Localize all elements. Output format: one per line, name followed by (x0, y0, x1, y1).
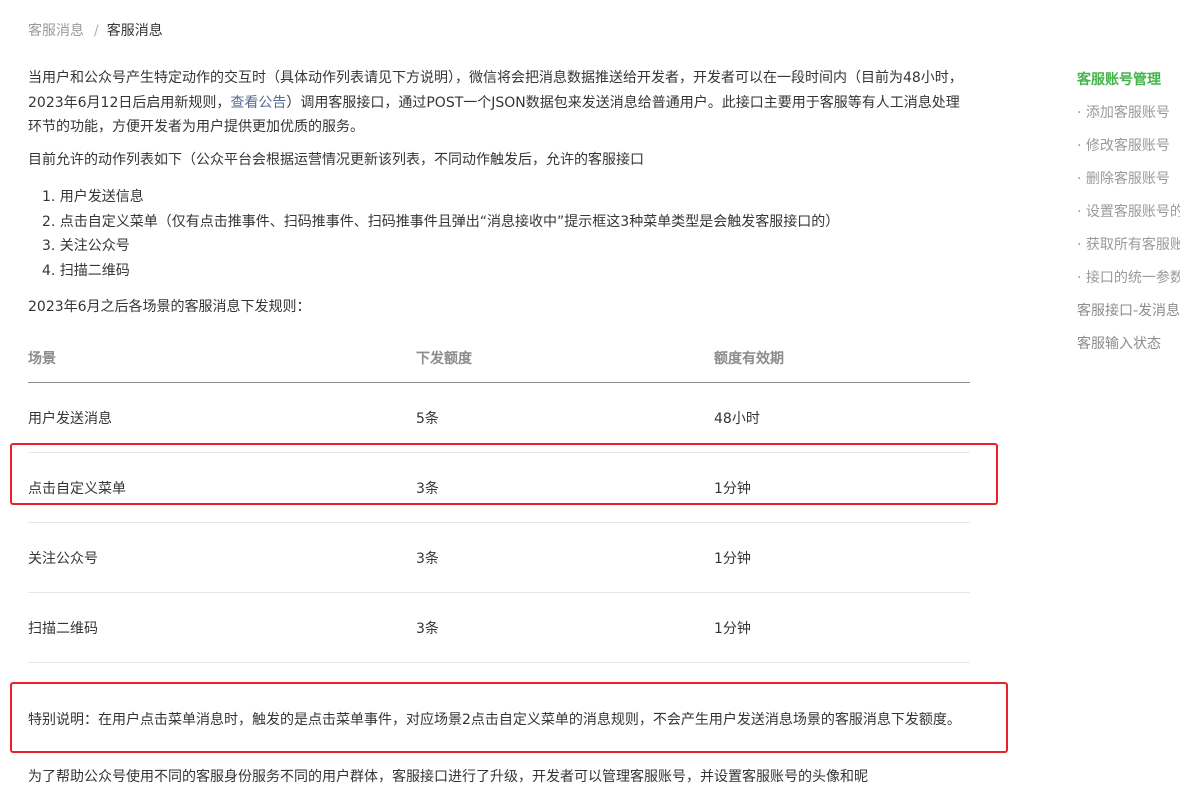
list-item: 3. 关注公众号 (42, 238, 130, 254)
breadcrumb-separator: / (94, 23, 99, 39)
toc-item-list-accounts[interactable]: · 获取所有客服账号 (1077, 233, 1180, 266)
header-scene: 场景 (28, 351, 56, 367)
cell-quota: 5条 (416, 410, 439, 427)
cell-scene: 关注公众号 (28, 550, 98, 567)
cell-validity: 1分钟 (714, 620, 751, 637)
toc-item-typing-status[interactable]: 客服输入状态 (1077, 332, 1180, 365)
header-quota: 下发额度 (416, 351, 472, 367)
toc-item-delete-account[interactable]: · 删除客服账号 (1077, 167, 1180, 200)
list-item: 1. 用户发送信息 (42, 189, 144, 205)
breadcrumb-current: 客服消息 (106, 23, 163, 39)
cell-scene: 扫描二维码 (28, 620, 98, 637)
header-validity: 额度有效期 (714, 351, 784, 367)
table-header: 场景 下发额度 额度有效期 (28, 334, 970, 383)
cutoff-paragraph: 为了帮助公众号使用不同的客服身份服务不同的用户群体，客服接口进行了升级，开发者可… (28, 769, 868, 785)
table-row: 关注公众号 3条 1分钟 (28, 523, 970, 593)
actions-list: 1. 用户发送信息 2. 点击自定义菜单（仅有点击推事件、扫码推事件、扫码推事件… (42, 185, 839, 283)
rules-intro: 2023年6月之后各场景的客服消息下发规则： (28, 299, 311, 315)
cell-validity: 48小时 (714, 410, 760, 427)
actions-intro: 目前允许的动作列表如下（公众平台会根据运营情况更新该列表，不同动作触发后，允许的… (28, 152, 644, 168)
toc-item-edit-account[interactable]: · 修改客服账号 (1077, 134, 1180, 167)
breadcrumb-parent-link[interactable]: 客服消息 (28, 23, 84, 39)
highlight-box-menu-row (10, 443, 998, 505)
toc-item-add-account[interactable]: · 添加客服账号 (1077, 101, 1180, 134)
table-row: 扫描二维码 3条 1分钟 (28, 593, 970, 663)
toc-item-send-message[interactable]: 客服接口-发消息 (1077, 299, 1180, 332)
list-item: 4. 扫描二维码 (42, 262, 130, 279)
toc-sidebar: 客服账号管理 · 添加客服账号 · 修改客服账号 · 删除客服账号 · 设置客服… (1077, 68, 1180, 365)
highlight-box-special-note (10, 682, 1008, 753)
cell-quota: 3条 (416, 550, 439, 567)
toc-item-account-management[interactable]: 客服账号管理 (1077, 68, 1180, 101)
list-item: 2. 点击自定义菜单（仅有点击推事件、扫码推事件、扫码推事件且弹出“消息接收中”… (42, 213, 840, 230)
cell-scene: 用户发送消息 (28, 410, 112, 427)
cell-validity: 1分钟 (714, 550, 751, 567)
breadcrumb: 客服消息 / 客服消息 (28, 21, 163, 41)
cell-quota: 3条 (416, 620, 439, 637)
toc-item-set-avatar[interactable]: · 设置客服账号的头像 (1077, 200, 1180, 233)
toc-item-common-params[interactable]: · 接口的统一参数说明 (1077, 266, 1180, 299)
announcement-link[interactable]: 查看公告 (230, 95, 286, 111)
intro-paragraph: 当用户和公众号产生特定动作的交互时（具体动作列表请见下方说明），微信将会把消息数… (28, 66, 968, 140)
